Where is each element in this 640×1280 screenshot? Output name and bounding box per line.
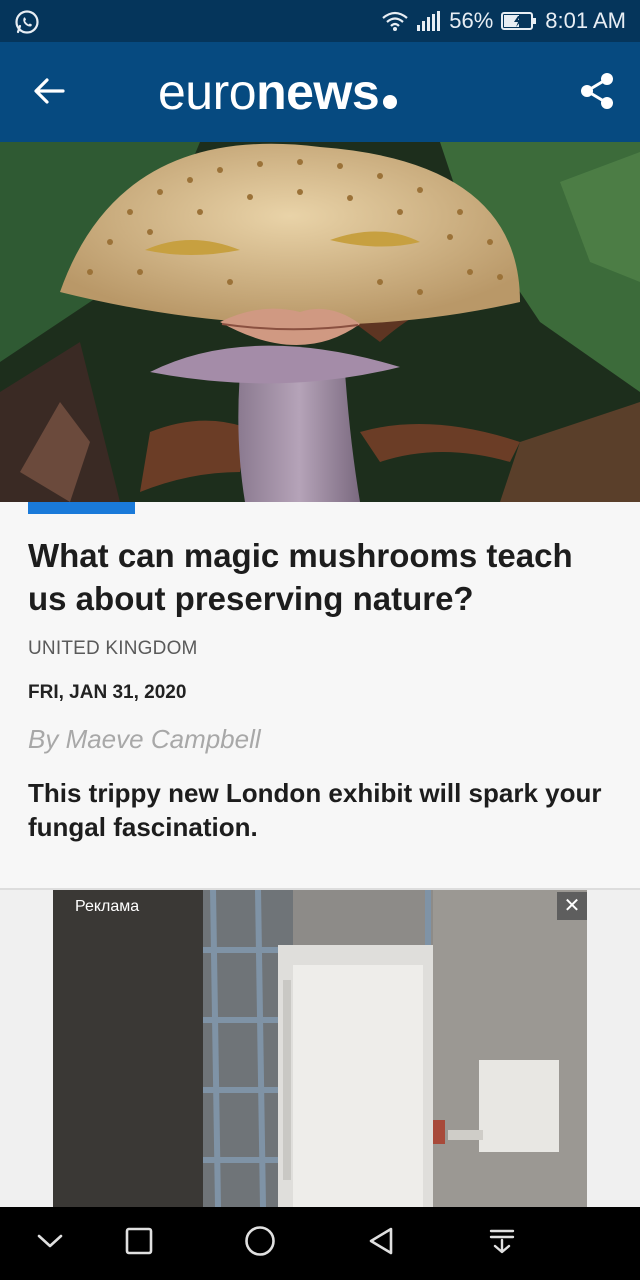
article-lede: This trippy new London exhibit will spar… [28,778,602,842]
article-byline: By Maeve Campbell [28,724,261,754]
battery-level: 56% [449,8,494,33]
ad-label: Реклама [75,898,140,915]
home-icon [244,1225,276,1262]
advertisement[interactable]: Реклама ✕ [53,890,587,1207]
back-triangle-icon [367,1226,395,1261]
status-bar: 56% 8:01 AM [0,0,640,42]
chevron-down-icon [37,1233,63,1254]
nav-back-button[interactable] [341,1207,421,1280]
wifi-icon [381,10,409,32]
recent-apps-icon [125,1227,153,1260]
app-bar: euro news [0,42,640,142]
share-button[interactable] [570,66,624,120]
article-date: FRI, JAN 31, 2020 [28,682,187,703]
nav-recents-button[interactable] [99,1207,179,1280]
back-button[interactable] [22,66,76,120]
euronews-logo: euro news [158,64,398,120]
brand-dot [383,95,398,109]
article-region[interactable]: UNITED KINGDOM [28,638,198,660]
close-icon: ✕ [563,895,581,917]
system-nav-bar [0,1207,640,1280]
article-headline: What can magic mushrooms teach us about … [28,537,573,617]
whatsapp-icon [14,9,40,35]
signal-icon [417,11,441,31]
ad-close-button[interactable]: ✕ [557,892,587,920]
nav-home-button[interactable] [220,1207,300,1280]
notifications-pull-icon [488,1227,516,1260]
nav-notifications-button[interactable] [462,1207,542,1280]
brand-bold: news [256,64,380,120]
battery-icon [501,11,537,31]
ad-area: Реклама ✕ [0,890,640,1207]
article: What can magic mushrooms teach us about … [0,502,640,888]
hero-image [0,142,640,502]
share-icon [579,72,615,115]
nav-hide-button[interactable] [10,1207,90,1280]
clock: 8:01 AM [545,8,626,33]
brand-light: euro [158,64,257,120]
accent-bar [28,502,135,514]
back-arrow-icon [33,77,65,110]
